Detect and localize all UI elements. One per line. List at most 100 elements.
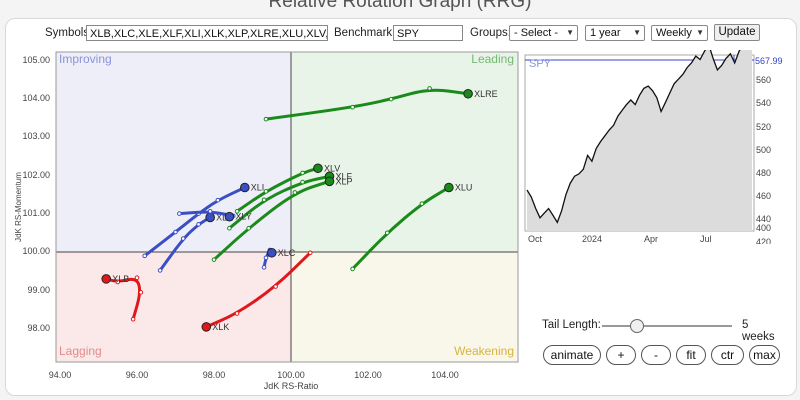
y-tick-6: 99.00 [27,285,50,295]
x-tick-5: 104.00 [431,370,459,380]
tail-point-xlf [261,197,267,203]
chevron-down-icon: ▼ [566,28,574,37]
tail-point-xli [173,229,178,235]
spy-x-tick-2: Apr [644,234,658,244]
tail-point-xlf [300,179,305,185]
animate-button[interactable]: animate [543,345,601,365]
y-axis-label: JdK RS-Momentum [14,172,23,242]
tail-point-xlre [350,104,355,110]
tail-length-slider-handle[interactable] [630,319,645,333]
tail-label-xlb: XLB [112,274,129,284]
tail-point-xle [180,236,186,241]
period-select-value: 1 year [590,27,621,39]
tail-point-xlk [307,250,313,256]
quadrant-label-leading: Leading [471,52,514,66]
spy-x-tick-1: 2024 [582,234,602,244]
tail-point-xle [196,222,201,227]
tail-point-xli [142,253,147,259]
x-tick-2: 98.00 [203,370,226,380]
tail-length-label: Tail Length: [542,319,601,331]
spy-y-tick-3: 500 [756,145,771,155]
tail-head-xly[interactable] [224,211,235,222]
tail-label-xli: XLI [251,182,265,192]
tail-label-xlre: XLRE [474,89,498,99]
tail-point-xly [177,211,182,216]
frequency-select[interactable]: Weekly ▼ [651,25,708,41]
tail-point-xle [157,268,163,273]
tail-point-xlc [263,255,269,261]
tail-length-control: Tail Length: 5 weeks [542,316,782,343]
tail-point-xlu [350,266,355,272]
y-tick-7: 98.00 [27,323,50,333]
tail-point-xlre [427,86,432,91]
zoom-out-button[interactable]: - [641,345,671,365]
y-tick-1: 104.00 [22,93,50,103]
frequency-select-value: Weekly [656,27,692,39]
quadrant-label-improving: Improving [59,52,112,66]
fit-button[interactable]: fit [676,345,706,365]
max-button[interactable]: max [749,345,780,365]
spy-y-tick-1: 540 [756,98,771,108]
tail-point-xlp [211,257,217,262]
tail-point-xlv [300,170,305,176]
y-tick-3: 102.00 [22,170,50,180]
spy-y-tick-0: 560 [756,75,771,85]
tail-point-xli [215,197,221,203]
spy-chart: SPY 567.99 560 540 520 500 480 460 440 4… [524,50,783,244]
tail-point-xlu [384,230,390,236]
spy-y-tick-5: 460 [756,191,771,201]
spy-y-tick-4: 480 [756,168,771,178]
tail-label-xly: XLY [235,212,251,222]
tail-head-xlb[interactable] [101,274,111,284]
tail-point-xlu [419,201,425,206]
quadrant-label-lagging: Lagging [59,344,102,358]
tail-point-xlb [138,290,144,295]
tail-head-xlk[interactable] [201,322,212,332]
spy-y-tick-2: 520 [756,122,771,132]
update-button[interactable]: Update [714,24,760,41]
tail-point-xlk [273,284,278,289]
tail-point-xlk [234,311,240,316]
spy-y-tick-7: 420 [756,237,771,244]
tail-point-xlre [263,116,269,122]
tail-label-xlp: XLP [336,176,353,186]
chevron-down-icon: ▼ [633,28,641,37]
tail-label-xlc: XLC [278,248,296,258]
tail-head-xlre[interactable] [463,88,473,99]
quadrant-leading [291,52,518,252]
rrg-chart: Improving Leading Lagging Weakening 94.0… [14,51,519,391]
tail-head-xli[interactable] [240,182,250,193]
tail-point-xlc [261,265,267,270]
spy-title: SPY [529,58,552,70]
tail-point-xlb [130,316,136,322]
center-button[interactable]: ctr [711,345,744,365]
tail-head-xlc[interactable] [266,247,277,258]
tail-point-xlp [292,190,298,195]
tail-head-xlv[interactable] [313,163,323,174]
y-tick-2: 103.00 [22,131,50,141]
spy-y-tick-8: 400 [756,223,771,233]
tail-length-track[interactable] [602,325,732,327]
tail-point-xlb [134,275,140,281]
quadrant-label-weakening: Weakening [454,344,514,358]
y-tick-4: 101.00 [22,208,50,218]
chevron-down-icon: ▼ [696,28,704,37]
x-tick-4: 102.00 [354,370,382,380]
spy-x-tick-3: Jul [700,234,712,244]
tail-point-xly [207,208,213,214]
tail-point-xlp [246,225,251,231]
tail-point-xlf [227,225,232,231]
x-tick-0: 94.00 [49,370,72,380]
tail-head-xle[interactable] [205,212,215,223]
spy-last-value: 567.99 [755,56,783,66]
tail-label-xlu: XLU [455,182,473,192]
period-select[interactable]: 1 year ▼ [585,25,645,41]
zoom-in-button[interactable]: + [606,345,636,365]
tail-label-xlk: XLK [212,322,229,332]
y-tick-5: 100.00 [22,246,50,256]
y-tick-0: 105.00 [22,55,50,65]
tail-length-value: 5 weeks [742,319,775,343]
tail-head-xlp[interactable] [324,176,335,187]
tail-head-xlu[interactable] [444,182,454,193]
x-tick-3: 100.00 [277,370,305,380]
